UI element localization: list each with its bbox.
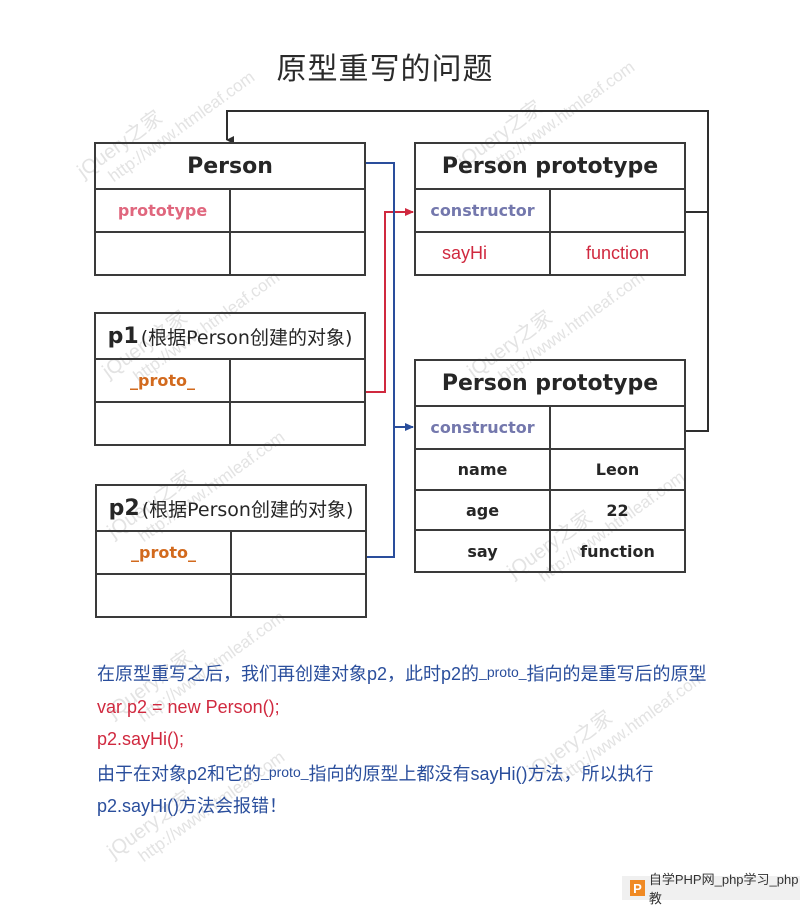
old-prototype-header: Person prototype xyxy=(416,144,684,190)
empty-key xyxy=(96,403,231,444)
explanation-line-5: p2.sayHi()方法会报错！ xyxy=(97,796,288,816)
code-line-2: p2.sayHi(); xyxy=(97,729,185,749)
table-row: sayHi function xyxy=(416,233,684,274)
php-logo-icon: P xyxy=(630,880,645,896)
p1-box: p1 (根据Person创建的对象) _proto_ xyxy=(94,312,366,446)
table-row xyxy=(96,233,364,274)
explanation-text: 指向的是重写后的原型 xyxy=(526,664,707,684)
explanation-line-1: 在原型重写之后，我们再创建对象p2，此时p2的_proto_指向的是重写后的原型 xyxy=(97,656,777,691)
p1-name: p1 xyxy=(107,323,139,349)
empty-key xyxy=(97,575,232,616)
person-box: Person prototype xyxy=(94,142,366,276)
proto-key: _proto_ xyxy=(97,532,232,573)
p1-proto-link xyxy=(366,208,414,393)
table-row: prototype xyxy=(96,190,364,233)
explanation-line-4: 由于在对象p2和它的_proto_指向的原型上都没有sayHi()方法，所以执行 xyxy=(97,756,777,791)
p1-header: p1 (根据Person创建的对象) xyxy=(96,314,364,360)
table-row: _proto_ xyxy=(96,360,364,403)
person-prototype-link xyxy=(366,162,414,431)
say-key: say xyxy=(416,531,551,571)
new-prototype-box: Person prototype constructor name Leon a… xyxy=(414,359,686,573)
old-prototype-box: Person prototype constructor sayHi funct… xyxy=(414,142,686,276)
person-header: Person xyxy=(96,144,364,190)
name-key: name xyxy=(416,450,551,489)
constructor-value xyxy=(551,190,684,231)
prototype-key: prototype xyxy=(96,190,231,231)
explanation-text: 在原型重写之后，我们再创建对象p2，此时p2的 xyxy=(97,664,480,684)
age-value: 22 xyxy=(606,500,629,520)
say-value: function xyxy=(580,541,655,561)
constructor-value xyxy=(551,407,684,448)
proto-text: _proto_ xyxy=(479,664,527,680)
empty-value xyxy=(231,403,364,444)
p2-description: (根据Person创建的对象) xyxy=(141,498,354,521)
code-line-1: var p2 = new Person(); xyxy=(97,696,280,717)
age-key: age xyxy=(416,491,551,529)
explanation: 在原型重写之后，我们再创建对象p2，此时p2的_proto_指向的是重写后的原型… xyxy=(97,656,777,823)
table-row: say function xyxy=(416,531,684,571)
table-row xyxy=(96,403,364,444)
constructor-key: constructor xyxy=(416,407,551,448)
footer-text: 自学PHP网_php学习_php教 xyxy=(648,872,799,906)
sayhi-key: sayHi xyxy=(416,233,551,274)
proto-value xyxy=(231,360,364,401)
p2-header: p2 (根据Person创建的对象) xyxy=(97,486,365,532)
table-row xyxy=(97,575,365,616)
table-row: name Leon xyxy=(416,450,684,491)
prototype-value xyxy=(231,190,364,231)
sayhi-value: function xyxy=(585,243,650,263)
explanation-text: 由于在对象p2和它的 xyxy=(97,763,262,784)
new-prototype-header: Person prototype xyxy=(416,361,684,407)
table-row: _proto_ xyxy=(97,532,365,575)
table-row: constructor xyxy=(416,190,684,233)
p1-description: (根据Person创建的对象) xyxy=(140,326,353,349)
proto-text: _proto_ xyxy=(261,763,309,780)
proto-key: _proto_ xyxy=(96,360,231,401)
p2-box: p2 (根据Person创建的对象) _proto_ xyxy=(95,484,367,618)
site-footer-badge[interactable]: P 自学PHP网_php学习_php教 xyxy=(622,872,800,906)
name-value: Leon xyxy=(595,460,640,479)
constructor-key: constructor xyxy=(416,190,551,231)
empty-value xyxy=(231,233,364,274)
proto-value xyxy=(232,532,365,573)
empty-key xyxy=(96,233,231,274)
table-row: age 22 xyxy=(416,491,684,531)
p2-name: p2 xyxy=(108,495,140,521)
empty-value xyxy=(232,575,365,616)
explanation-text: 指向的原型上都没有sayHi()方法，所以执行 xyxy=(308,763,654,784)
table-row: constructor xyxy=(416,407,684,450)
p2-proto-link xyxy=(366,427,395,558)
